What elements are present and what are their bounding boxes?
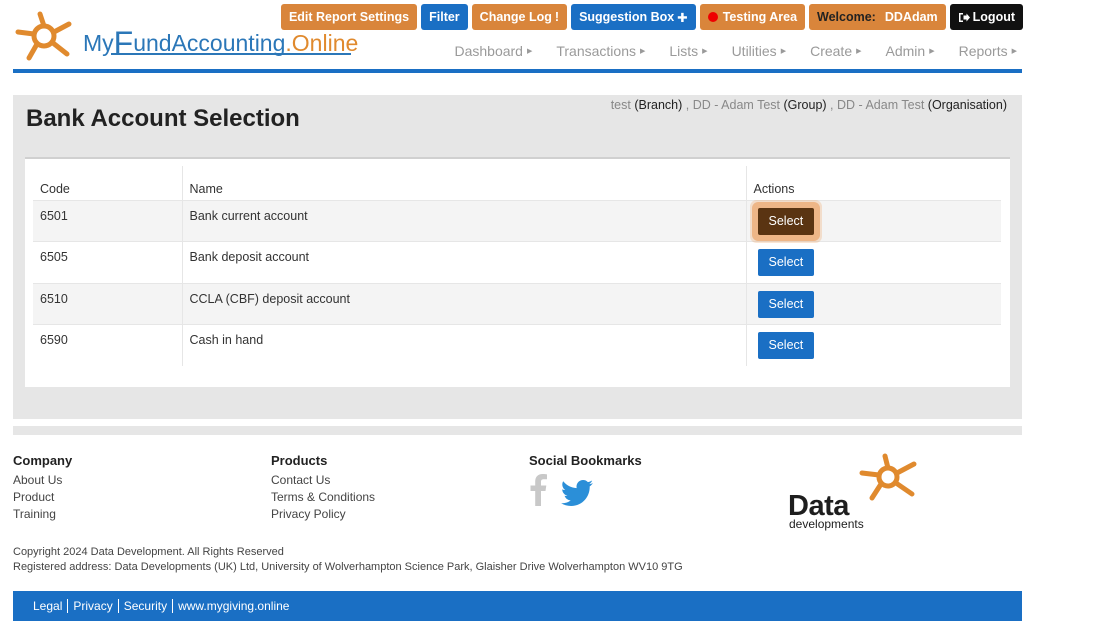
caret-right-icon: ▶ bbox=[856, 48, 862, 55]
brand-star-icon bbox=[859, 453, 917, 501]
suggestion-box-button[interactable]: Suggestion Box ✚ bbox=[571, 4, 696, 30]
cell-name: Cash in hand bbox=[182, 324, 747, 366]
red-dot-icon bbox=[707, 12, 718, 22]
cell-actions: Select bbox=[746, 324, 1001, 366]
bottom-link-privacy[interactable]: Privacy bbox=[67, 599, 117, 613]
footer-link-product[interactable]: Product bbox=[13, 489, 72, 506]
table-row: 6590 Cash in hand Select bbox=[33, 324, 1001, 366]
cell-name: CCLA (CBF) deposit account bbox=[182, 282, 747, 325]
cell-actions: Select bbox=[746, 199, 1001, 242]
select-button[interactable]: Select bbox=[757, 249, 815, 276]
change-log-button[interactable]: Change Log! bbox=[471, 4, 568, 30]
caret-right-icon: ▶ bbox=[639, 48, 646, 55]
footer-products: Products Contact Us Terms & Conditions P… bbox=[271, 453, 375, 523]
select-button[interactable]: Select bbox=[757, 207, 815, 235]
nav-admin[interactable]: Admin ▶ bbox=[886, 43, 935, 59]
filter-button[interactable]: Filter bbox=[421, 4, 468, 30]
header-code: Code bbox=[33, 166, 183, 200]
page-title: Bank Account Selection bbox=[26, 105, 300, 132]
top-action-bar: Edit Report Settings Filter Change Log! … bbox=[280, 4, 1023, 30]
select-button[interactable]: Select bbox=[757, 332, 815, 359]
content-footer-strip bbox=[13, 426, 1022, 435]
bottom-link-bar: Legal Privacy Security www.mygiving.onli… bbox=[13, 591, 1022, 621]
cell-actions: Select bbox=[746, 241, 1001, 283]
cell-actions: Select bbox=[746, 282, 1001, 325]
footer-social: Social Bookmarks bbox=[529, 453, 642, 506]
footer-company: Company About Us Product Training bbox=[13, 453, 72, 523]
footer-link-terms[interactable]: Terms & Conditions bbox=[271, 489, 375, 506]
testing-area-button[interactable]: Testing Area bbox=[699, 4, 806, 30]
header-divider bbox=[13, 69, 1022, 73]
footer-link-training[interactable]: Training bbox=[13, 506, 72, 523]
logout-button[interactable]: Logout bbox=[949, 4, 1023, 30]
nav-transactions[interactable]: Transactions ▶ bbox=[556, 43, 645, 59]
context-breadcrumb: test (Branch) , DD - Adam Test (Group) ,… bbox=[610, 98, 1007, 112]
registered-address: Registered address: Data Developments (U… bbox=[13, 561, 683, 573]
bank-accounts-table: Code Name Actions 6501 Bank current acco… bbox=[33, 166, 1001, 366]
copyright-text: Copyright 2024 Data Development. All Rig… bbox=[13, 546, 284, 558]
caret-right-icon: ▶ bbox=[780, 48, 787, 55]
facebook-icon[interactable] bbox=[529, 472, 547, 506]
nav-create[interactable]: Create ▶ bbox=[810, 43, 861, 59]
exclamation-icon: ! bbox=[554, 10, 560, 24]
edit-report-settings-button[interactable]: Edit Report Settings bbox=[280, 4, 418, 30]
header-name: Name bbox=[182, 166, 747, 200]
copyright-block: Copyright 2024 Data Development. All Rig… bbox=[13, 545, 683, 575]
cell-code: 6510 bbox=[33, 282, 183, 325]
footer-link-contact-us[interactable]: Contact Us bbox=[271, 472, 375, 489]
welcome-user-button[interactable]: Welcome: DDAdam bbox=[809, 4, 946, 30]
twitter-icon[interactable] bbox=[561, 480, 593, 506]
logo-underline bbox=[111, 53, 351, 55]
nav-utilities[interactable]: Utilities ▶ bbox=[732, 43, 787, 59]
cell-code: 6590 bbox=[33, 324, 183, 366]
header-actions: Actions bbox=[753, 181, 795, 196]
footer-company-heading: Company bbox=[13, 453, 73, 468]
footer-social-heading: Social Bookmarks bbox=[529, 453, 642, 468]
bottom-link-mygiving[interactable]: www.mygiving.online bbox=[172, 599, 294, 613]
logout-icon bbox=[958, 12, 970, 22]
content-area: Bank Account Selection test (Branch) , D… bbox=[13, 95, 1022, 419]
caret-right-icon: ▶ bbox=[702, 48, 708, 55]
caret-right-icon: ▶ bbox=[1011, 48, 1017, 55]
data-developments-logo: Data developments bbox=[788, 452, 928, 532]
cell-name: Bank current account bbox=[182, 199, 747, 242]
table-row: 6501 Bank current account Select bbox=[33, 199, 1001, 242]
main-nav: Dashboard ▶ Transactions ▶ Lists ▶ Utilitie… bbox=[454, 43, 1017, 59]
accounts-panel: Code Name Actions 6501 Bank current acco… bbox=[25, 157, 1010, 387]
table-row: 6510 CCLA (CBF) deposit account Select bbox=[33, 282, 1001, 325]
footer-link-privacy-policy[interactable]: Privacy Policy bbox=[271, 506, 375, 523]
footer-products-heading: Products bbox=[271, 453, 328, 468]
table-header-row: Code Name Actions bbox=[33, 166, 1001, 200]
caret-right-icon: ▶ bbox=[929, 48, 935, 55]
nav-reports[interactable]: Reports ▶ bbox=[959, 43, 1017, 59]
cell-code: 6505 bbox=[33, 241, 183, 283]
nav-dashboard[interactable]: Dashboard ▶ bbox=[454, 43, 532, 59]
bottom-link-legal[interactable]: Legal bbox=[33, 599, 67, 613]
select-button[interactable]: Select bbox=[757, 290, 815, 318]
cell-code: 6501 bbox=[33, 199, 183, 242]
caret-right-icon: ▶ bbox=[526, 48, 533, 55]
nav-lists[interactable]: Lists ▶ bbox=[669, 43, 707, 59]
logo-star-icon bbox=[15, 11, 72, 61]
table-row: 6505 Bank deposit account Select bbox=[33, 241, 1001, 283]
cell-name: Bank deposit account bbox=[182, 241, 747, 283]
footer-link-about-us[interactable]: About Us bbox=[13, 472, 72, 489]
brand-subtitle: developments bbox=[789, 517, 864, 531]
bottom-link-security[interactable]: Security bbox=[117, 599, 172, 613]
plus-icon: ✚ bbox=[677, 10, 688, 25]
